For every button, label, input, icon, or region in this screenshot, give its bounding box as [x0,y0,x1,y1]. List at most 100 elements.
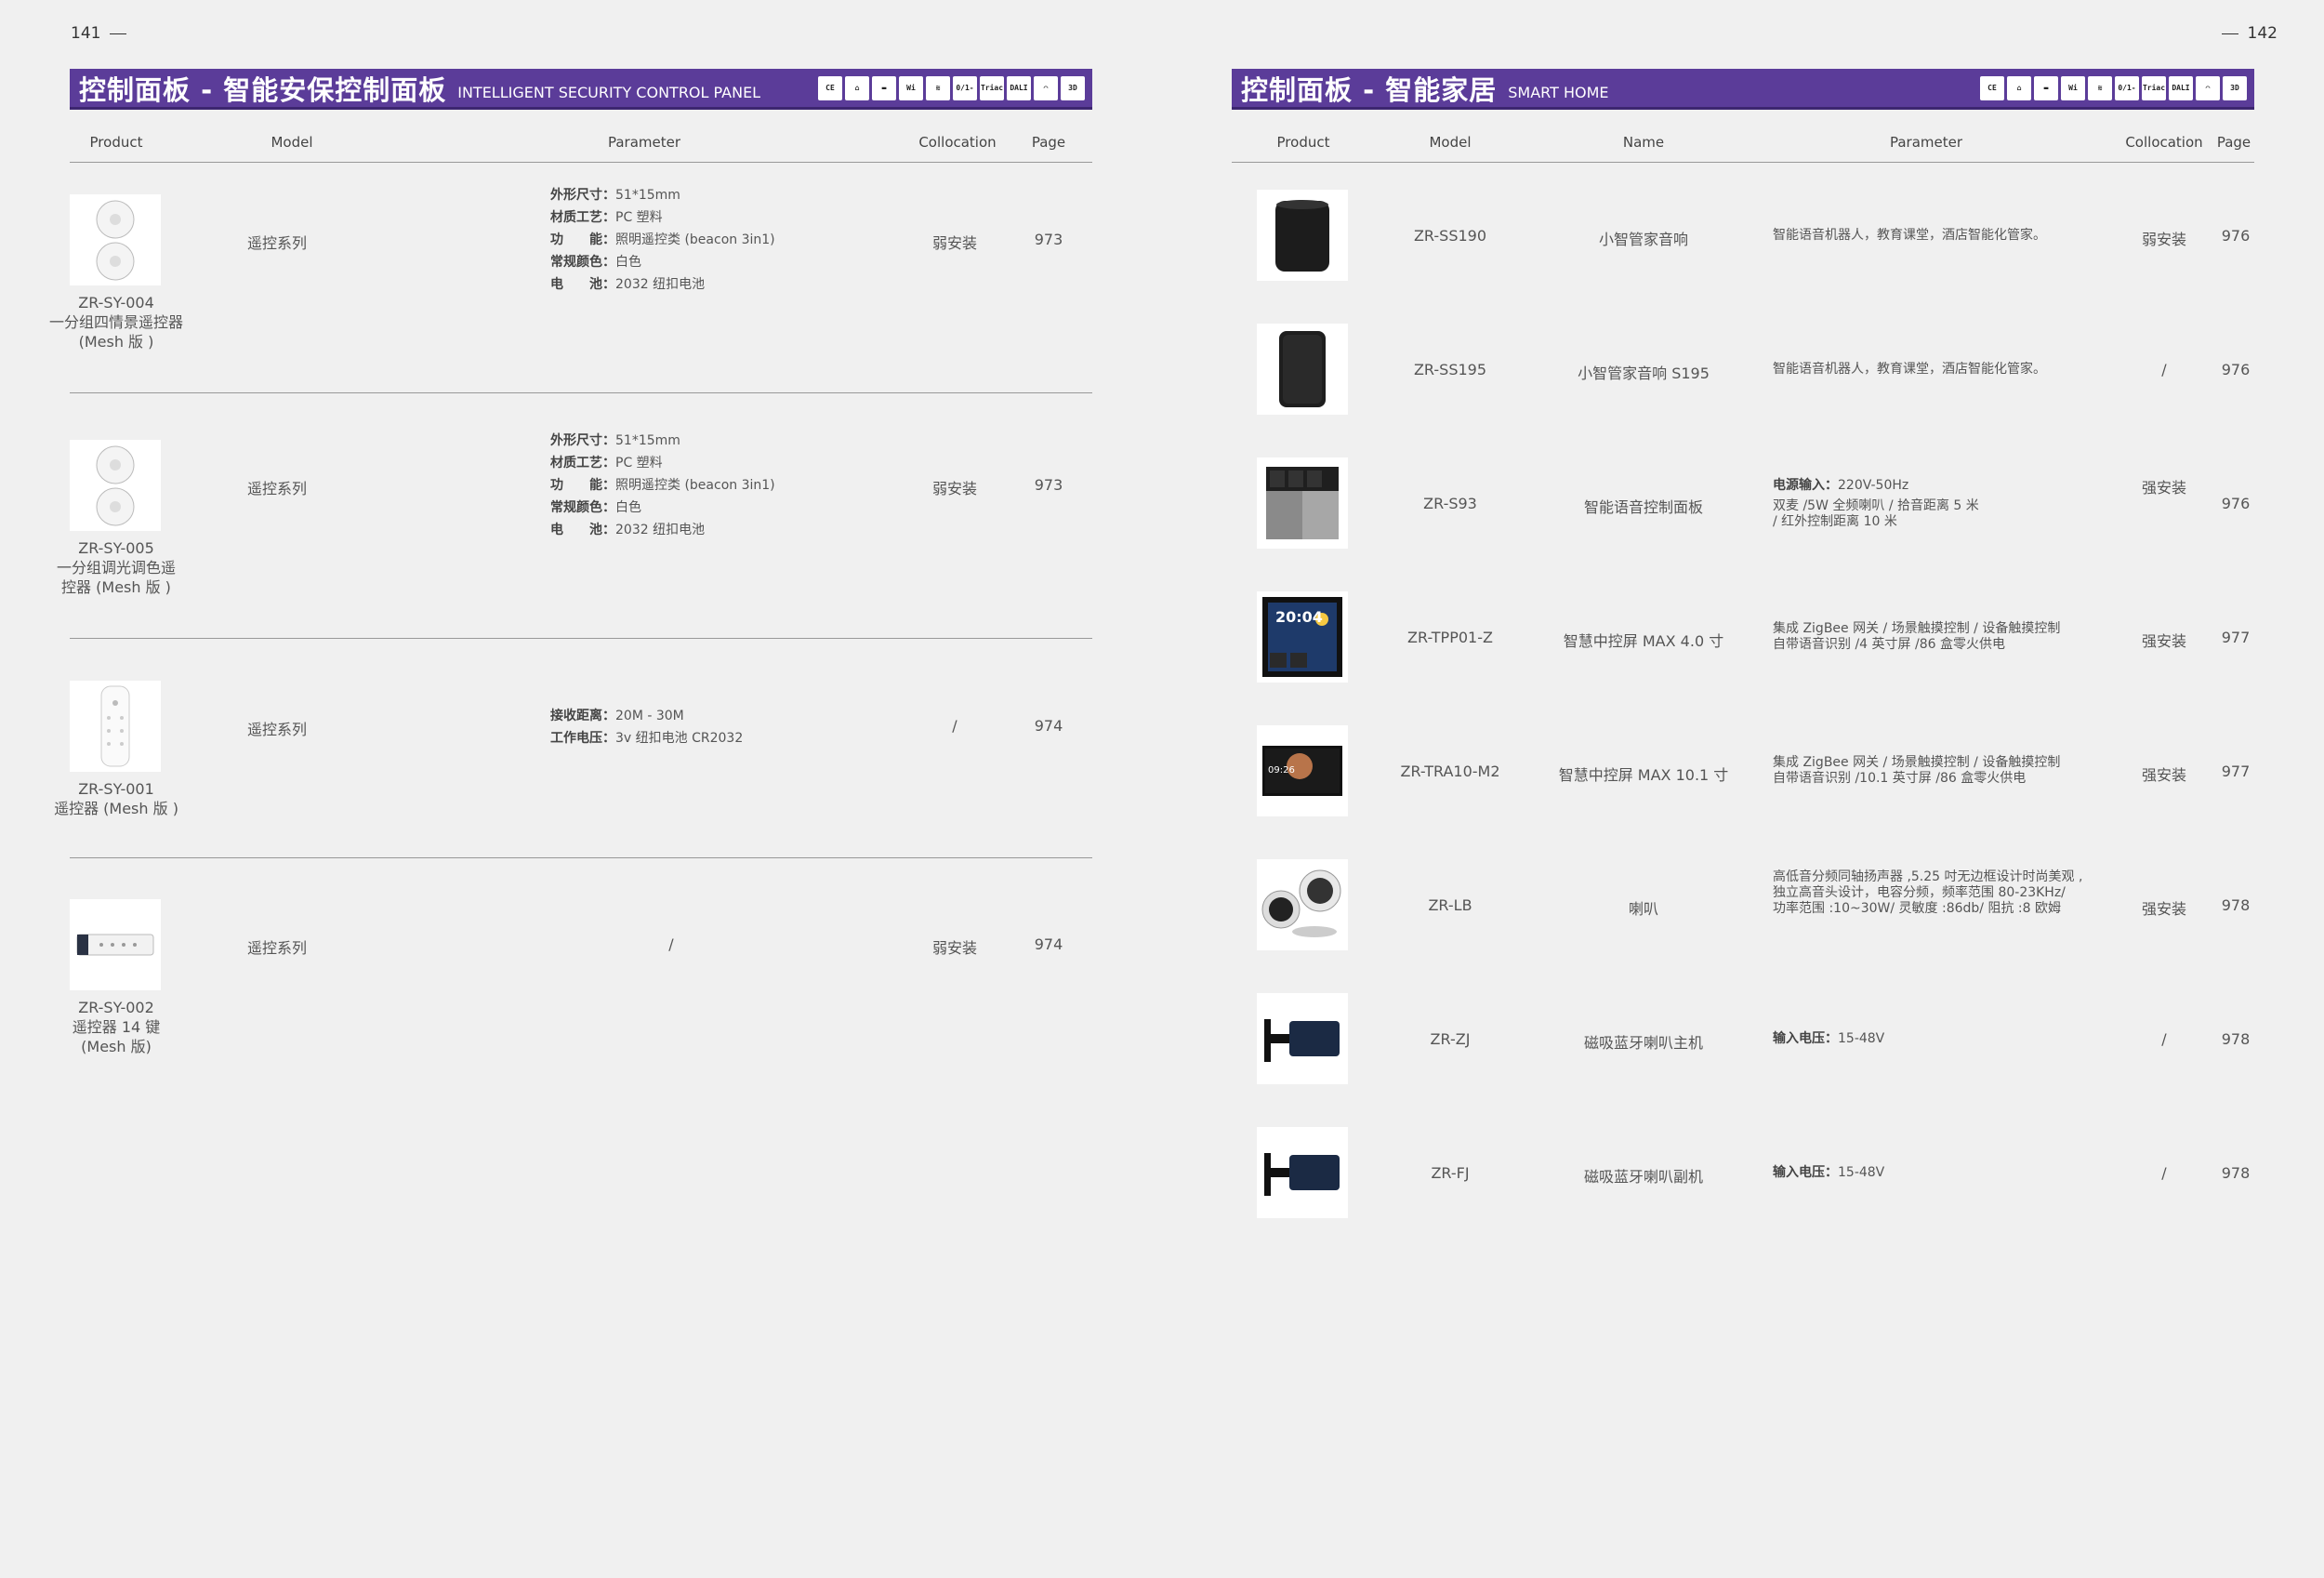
product-image [70,681,161,772]
product-image: 09:26 [1257,725,1348,816]
panel-icon: ▬ [872,75,896,100]
table-row: ZR-SY-002 遥控器 14 键 (Mesh 版) 遥控系列 / 弱安装 9… [70,858,1092,1072]
collocation-cell: 弱安装 [931,939,978,957]
collocation-cell: 强安装 [2141,632,2187,650]
collocation-cell: 弱安装 [931,480,978,497]
table-header-right: Product Model Name Parameter Collocation… [1232,130,2254,163]
parameter-cell: 接收距离：20M - 30M 工作电压：3v 纽扣电池 CR2032 [550,709,744,746]
page-cell: 977 [2221,629,2251,646]
dim-0-10v-icon: 0/1-10V [2115,75,2139,100]
table-row: ZR-SY-005 一分组调光调色遥 控器 (Mesh 版 ) 遥控系列 外形尺… [57,393,1092,639]
collocation-cell: 弱安装 [2141,231,2187,248]
model-cell: 遥控系列 [246,480,308,497]
page-cell: 976 [2221,495,2251,512]
parameter-cell: / [668,935,674,953]
name-cell: 喇叭 [1628,900,1659,918]
product-image [1257,457,1348,549]
banner-title-en: SMART HOME [1508,84,1609,101]
model-cell: 遥控系列 [246,234,308,252]
th-model: Model [1429,134,1472,151]
collocation-cell: 强安装 [2141,766,2187,784]
wifi-icon: Wi [899,75,923,100]
3d-icon: 3D [2223,75,2247,100]
model-cell: ZR-ZJ [1430,1030,1471,1048]
model-cell: ZR-TRA10-M2 [1400,762,1500,780]
right-page: 142 控制面板 - 智能家居 SMART HOME CE ⌂ ▬ Wi ≋ 0… [1162,0,2324,1578]
screen-time: 09:26 [1268,765,1295,776]
th-parameter: Parameter [1889,134,1963,151]
product-image [70,194,161,285]
section-banner-smart-home: 控制面板 - 智能家居 SMART HOME CE ⌂ ▬ Wi ≋ 0/1-1… [1232,69,2254,110]
table-row: ZR-S93 智能语音控制面板 电源输入：220V-50Hz 双麦 /5W 全频… [1232,456,2254,552]
dali-dim-icon: DALI DIM [2169,75,2193,100]
collocation-cell: 强安装 [2141,479,2187,497]
th-product: Product [89,134,143,151]
table-row: ZR-FJ 磁吸蓝牙喇叭副机 输入电压：15-48V / 978 [1232,1125,2254,1222]
name-cell: 智能语音控制面板 [1583,498,1704,516]
ce-icon: CE [818,75,842,100]
th-page: Page [1031,134,1066,151]
table-header-left: Product Model Parameter Collocation Page [70,130,1092,163]
model-cell: ZR-SS195 [1413,361,1487,378]
3d-icon: 3D [1061,75,1085,100]
dali-dim-icon: DALI DIM [1007,75,1031,100]
model-cell: ZR-LB [1428,896,1472,914]
parameter-cell: 集成 ZigBee 网关 / 场景触摸控制 / 设备触摸控制 自带语音识别 /1… [1773,755,2061,786]
table-row: ZR-SY-004 一分组四情景遥控器 (Mesh 版 ) 遥控系列 外形尺寸：… [49,163,1092,393]
th-parameter: Parameter [607,134,681,151]
product-image [1257,190,1348,281]
table-row: ZR-SS195 小智管家音响 S195 智能语音机器人，教育课堂，酒店智能化管… [1232,322,2254,418]
page-cell: 973 [1034,476,1063,494]
page-cell: 974 [1034,935,1063,953]
page-number-left: 141 [71,24,136,43]
product-caption: ZR-SY-005 一分组调光调色遥 控器 (Mesh 版 ) [56,539,177,596]
model-cell: ZR-FJ [1431,1164,1470,1182]
page-number-right: 142 [2212,24,2278,43]
product-image [70,899,161,990]
banner-title-cn: 控制面板 - 智能安保控制面板 [79,73,447,106]
product-caption: ZR-SY-002 遥控器 14 键 (Mesh 版) [72,999,161,1055]
th-model: Model [271,134,313,151]
th-name: Name [1622,134,1665,151]
page-cell: 977 [2221,762,2251,780]
collocation-cell: / [952,717,957,735]
name-cell: 小智管家音响 [1598,231,1689,248]
parameter-cell: 电源输入：220V-50Hz 双麦 /5W 全频喇叭 / 拾音距离 5 米 / … [1773,478,1979,529]
table-row: 09:26 ZR-TRA10-M2 智慧中控屏 MAX 10.1 寸 集成 Zi… [1232,723,2254,820]
product-image [1257,859,1348,950]
collocation-cell: 弱安装 [931,234,978,252]
name-cell: 磁吸蓝牙喇叭副机 [1583,1168,1704,1186]
product-image [70,440,161,531]
page-cell: 976 [2221,361,2251,378]
panel-icon: ▬ [2034,75,2058,100]
banner-title-cn: 控制面板 - 智能家居 [1241,73,1498,106]
model-cell: ZR-S93 [1423,495,1477,512]
page-cell: 978 [2221,1164,2251,1182]
section-banner-security: 控制面板 - 智能安保控制面板 INTELLIGENT SECURITY CON… [70,69,1092,110]
ce-icon: CE [1980,75,2004,100]
name-cell: 智慧中控屏 MAX 4.0 寸 [1563,632,1724,650]
feature-icons: CE ⌂ ▬ Wi ≋ 0/1-10V Triac DIM DALI DIM ◠… [818,75,1085,100]
collocation-cell: / [2161,361,2167,378]
page-cell: 973 [1034,231,1063,248]
name-cell: 小智管家音响 S195 [1578,365,1710,382]
parameter-cell: 外形尺寸：51*15mm 材质工艺：PC 塑料 功 能：照明遥控类 (beaco… [550,433,775,537]
collocation-cell: / [2161,1030,2167,1048]
page-cell: 974 [1034,717,1063,735]
product-image [1257,1127,1348,1218]
left-page: 141 控制面板 - 智能安保控制面板 INTELLIGENT SECURITY… [0,0,1162,1578]
banner-title-en: INTELLIGENT SECURITY CONTROL PANEL [457,84,761,101]
th-product: Product [1276,134,1330,151]
dim-0-10v-icon: 0/1-10V [953,75,977,100]
home-icon: ⌂ [2007,75,2031,100]
arc-icon: ◠ [1034,75,1058,100]
product-image: 20:04 [1257,591,1348,683]
page-cell: 978 [2221,1030,2251,1048]
page-cell: 978 [2221,896,2251,914]
parameter-cell: 外形尺寸：51*15mm 材质工艺：PC 塑料 功 能：照明遥控类 (beaco… [550,188,775,292]
model-cell: 遥控系列 [246,939,308,957]
model-cell: ZR-TPP01-Z [1407,629,1493,646]
model-cell: 遥控系列 [246,721,308,738]
triac-dim-icon: Triac DIM [980,75,1004,100]
table-row: ZR-ZJ 磁吸蓝牙喇叭主机 输入电压：15-48V / 978 [1232,991,2254,1088]
